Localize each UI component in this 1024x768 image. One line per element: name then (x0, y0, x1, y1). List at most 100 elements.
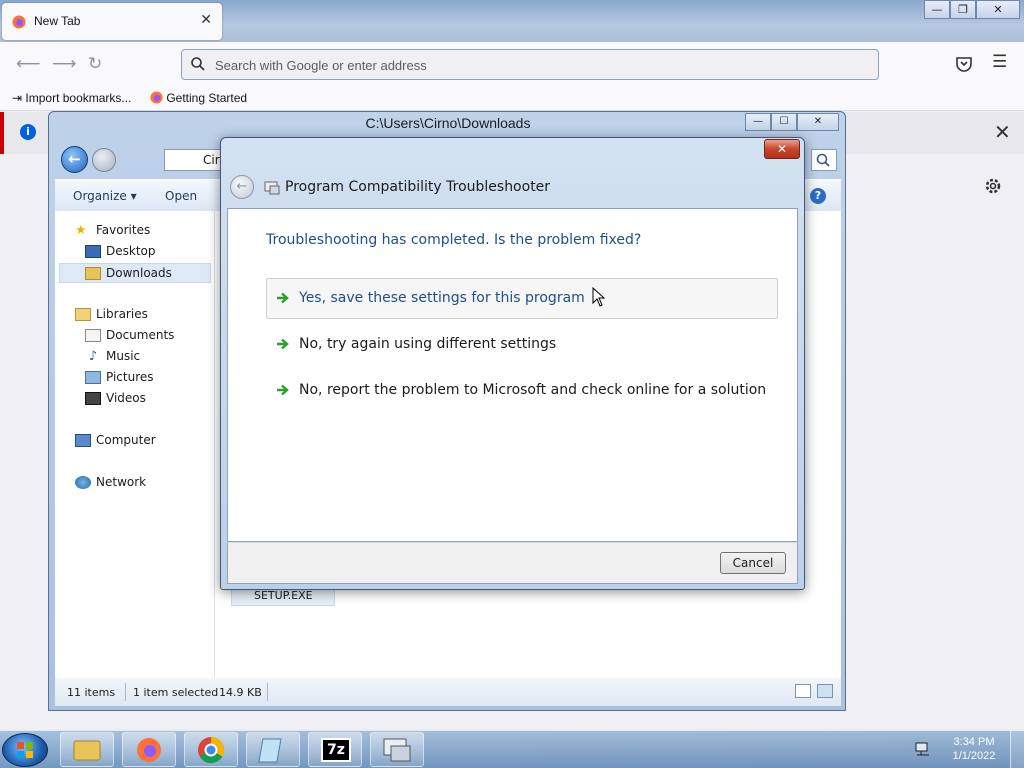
explorer-status-bar: 11 items 1 item selected 14.9 KB (55, 678, 841, 706)
forward-arrow-icon[interactable]: ⟶ (52, 54, 76, 74)
notification-close-icon[interactable]: ✕ (994, 120, 1011, 144)
nav-favorites[interactable]: ★ Favorites (75, 223, 150, 237)
nav-network[interactable]: Network (75, 475, 146, 489)
system-clock[interactable]: 3:34 PM 1/1/2022 (946, 735, 1002, 763)
firefox-navbar: ⟵ ⟶ ↻ Search with Google or enter addres… (0, 42, 1024, 86)
taskbar-chrome[interactable] (184, 732, 238, 767)
option-try-again[interactable]: No, try again using different settings (266, 324, 778, 365)
status-divider (267, 683, 268, 701)
firefox-titlebar: New Tab ✕ — ❐ ✕ (0, 0, 1024, 42)
option-label: No, try again using different settings (299, 336, 557, 352)
sevenzip-icon: 7z (321, 738, 351, 762)
firefox-icon (150, 91, 163, 104)
pocket-icon[interactable] (955, 55, 973, 73)
selection-size: 14.9 KB (219, 686, 262, 699)
minimize-button[interactable]: — (745, 113, 771, 131)
bookmarks-toolbar: ⇥ Import bookmarks... Getting Started (0, 86, 1024, 111)
back-button[interactable]: ← (61, 146, 88, 173)
maximize-button[interactable]: ☐ (771, 113, 797, 131)
forward-button[interactable] (92, 148, 116, 172)
clock-time: 3:34 PM (953, 736, 995, 748)
explorer-search-button[interactable] (811, 149, 837, 171)
restore-button[interactable]: ❐ (950, 0, 976, 19)
option-save-settings[interactable]: Yes, save these settings for this progra… (266, 278, 778, 319)
green-arrow-icon (277, 384, 289, 396)
bookmark-getting-started[interactable]: Getting Started (150, 91, 247, 105)
dialog-header: ← Program Compatibility Troubleshooter (227, 172, 798, 210)
dialog-content: Troubleshooting has completed. Is the pr… (227, 208, 798, 542)
large-icons-view-icon[interactable] (817, 684, 833, 698)
nav-music[interactable]: ♪ Music (85, 349, 140, 363)
url-placeholder: Search with Google or enter address (215, 58, 427, 73)
nav-desktop[interactable]: Desktop (85, 244, 156, 258)
gear-icon[interactable] (983, 176, 1003, 196)
clock-date: 1/1/2022 (952, 750, 996, 762)
music-icon: ♪ (88, 348, 98, 364)
taskbar-firefox[interactable] (122, 732, 176, 767)
back-arrow-icon[interactable]: ⟵ (16, 54, 40, 74)
computer-icon (75, 433, 91, 447)
dialog-title: Program Compatibility Troubleshooter (285, 179, 551, 195)
selection-count: 1 item selected (133, 686, 219, 699)
green-arrow-icon (277, 338, 289, 350)
details-view-icon[interactable] (795, 684, 811, 698)
mouse-cursor-icon (592, 287, 606, 307)
import-icon: ⇥ (12, 91, 26, 105)
explorer-title: C:\Users\Cirno\Downloads (365, 115, 531, 131)
status-divider (125, 683, 126, 701)
cancel-button[interactable]: Cancel (720, 552, 786, 574)
taskbar-troubleshooter[interactable] (370, 732, 424, 767)
nav-computer[interactable]: Computer (75, 433, 156, 447)
tab-close-icon[interactable]: ✕ (200, 12, 212, 28)
nav-pictures[interactable]: Pictures (85, 370, 154, 384)
troubleshooter-app-icon (264, 181, 280, 195)
dialog-question: Troubleshooting has completed. Is the pr… (266, 232, 642, 248)
minimize-button[interactable]: — (924, 0, 950, 19)
open-button[interactable]: Open (165, 189, 197, 203)
firefox-window-controls: — ❐ ✕ (924, 0, 1020, 20)
dialog-close-button[interactable]: ✕ (764, 139, 800, 159)
nav-videos[interactable]: Videos (85, 391, 146, 405)
taskbar-7zip[interactable]: 7z (308, 732, 362, 767)
start-button[interactable] (2, 733, 48, 767)
firefox-icon (137, 738, 161, 762)
option-label: Yes, save these settings for this progra… (299, 290, 585, 306)
bookmark-import-label: Import bookmarks... (25, 91, 132, 105)
network-tray-icon[interactable] (914, 741, 932, 757)
desktop-icon (85, 244, 101, 258)
bookmark-import[interactable]: ⇥ Import bookmarks... (12, 91, 131, 105)
hamburger-menu-icon[interactable]: ☰ (992, 52, 1007, 72)
sevenzip-label: 7z (327, 742, 345, 758)
tab-label: New Tab (34, 14, 81, 28)
search-icon (816, 153, 830, 167)
chrome-icon (198, 736, 225, 764)
help-icon[interactable]: ? (810, 188, 826, 204)
firefox-icon (12, 15, 26, 29)
downloads-folder-icon (85, 266, 101, 280)
explorer-window-controls: — ☐ ✕ (745, 113, 839, 131)
explorer-address-bar[interactable]: Cir (164, 149, 224, 171)
nav-libraries[interactable]: Libraries (75, 307, 148, 321)
libraries-icon (75, 307, 91, 321)
close-button[interactable]: ✕ (797, 113, 839, 131)
nav-documents[interactable]: Documents (85, 328, 174, 342)
dialog-back-button[interactable]: ← (230, 175, 254, 199)
bookmark-getting-started-label: Getting Started (166, 91, 248, 105)
close-button[interactable]: ✕ (976, 0, 1020, 19)
nav-downloads[interactable]: Downloads (59, 263, 211, 283)
green-arrow-icon (277, 292, 289, 304)
info-icon: i (20, 124, 36, 140)
url-bar[interactable]: Search with Google or enter address (181, 49, 879, 80)
organize-button[interactable]: Organize ▾ (73, 189, 137, 203)
taskbar-notepad[interactable] (246, 732, 300, 767)
reload-icon[interactable]: ↻ (88, 54, 102, 74)
tab-new-tab[interactable]: New Tab ✕ (2, 3, 222, 40)
item-count: 11 items (67, 686, 116, 699)
option-report-problem[interactable]: No, report the problem to Microsoft and … (266, 370, 786, 411)
taskbar-explorer[interactable] (60, 732, 114, 767)
folder-icon (73, 740, 101, 761)
address-crumb: Cir (203, 153, 220, 167)
notepad-icon (258, 738, 282, 763)
navigation-pane: ★ Favorites Desktop Downloads Libraries … (55, 211, 215, 678)
show-desktop-button[interactable] (1010, 730, 1024, 768)
